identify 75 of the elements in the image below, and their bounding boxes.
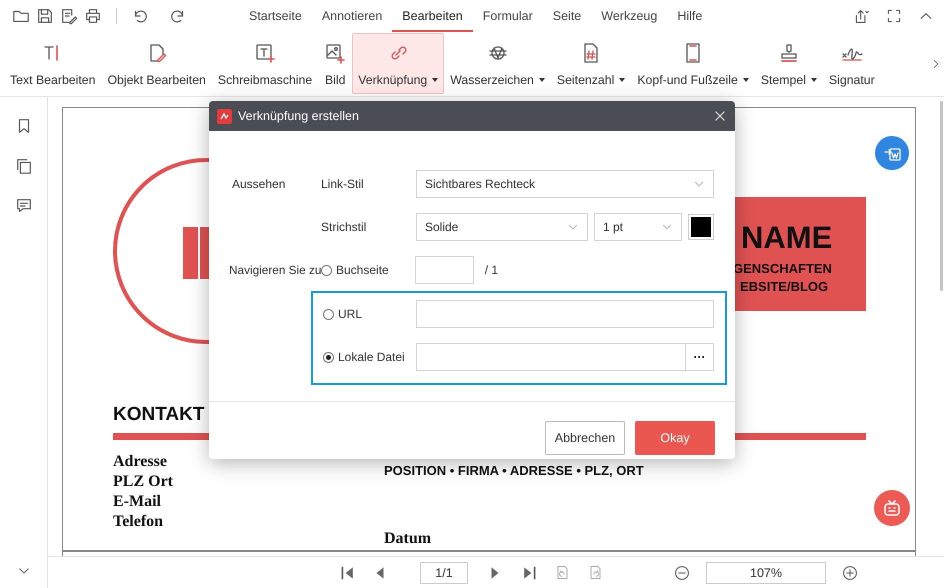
position-line: POSITION • FIRMA • ADRESSE • PLZ, ORT [384, 463, 644, 478]
fullscreen-icon[interactable] [886, 8, 902, 24]
edit-document-icon[interactable] [60, 7, 78, 25]
file-path-field[interactable] [416, 343, 686, 371]
field-label: Aussehen [231, 177, 286, 191]
menu-tab[interactable]: Hilfe [667, 0, 712, 32]
caret-icon [538, 78, 545, 82]
scrollbar[interactable] [940, 101, 943, 291]
link-style-dropdown[interactable]: Sichtbares Rechteck [416, 170, 714, 198]
dialog-title: Verknüpfung erstellen [238, 109, 359, 123]
ribbon-tool[interactable]: Stempel [754, 33, 823, 94]
subtitle-text: GENSCHAFTEN [733, 261, 832, 276]
contact-label: E-Mail [113, 492, 161, 512]
page-number-field[interactable] [414, 256, 474, 284]
caret-icon [742, 78, 749, 82]
menu-tab[interactable]: Formular [472, 0, 543, 32]
section-heading: KONTAKT [113, 404, 204, 426]
menu-tab[interactable]: Annotieren [312, 0, 392, 32]
last-page-icon[interactable] [521, 564, 537, 580]
page-count: / 1 [484, 263, 498, 277]
ribbon-tool[interactable]: Kopf-und Fußzeile [631, 33, 755, 94]
contact-label: Adresse [113, 452, 167, 472]
print-icon[interactable] [84, 7, 102, 25]
save-icon[interactable] [36, 7, 54, 25]
convert-button[interactable] [875, 136, 909, 170]
pages-icon[interactable] [14, 157, 32, 175]
radio-button[interactable] [323, 308, 334, 320]
name-heading: NAME [741, 220, 832, 256]
ribbon-tool[interactable]: Text Bearbeiten [4, 33, 102, 94]
menu-tab[interactable]: Werkzeug [591, 0, 668, 32]
browse-button[interactable]: ··· [686, 343, 714, 371]
url-field[interactable] [416, 300, 714, 328]
contact-label: PLZ Ort [113, 472, 173, 492]
assistant-button[interactable] [874, 490, 910, 526]
caret-icon [810, 78, 817, 82]
page-field[interactable]: 1/1 [420, 562, 468, 584]
ribbon-tool[interactable]: Schreibmaschine [212, 33, 318, 94]
zoom-in-icon[interactable] [842, 564, 858, 580]
first-page-icon[interactable] [340, 564, 356, 580]
caret-icon [619, 78, 626, 82]
zoom-out-icon[interactable] [674, 564, 690, 580]
ribbon-tool[interactable]: Wasserzeichen [444, 33, 551, 94]
radio-label: Buchseite [336, 263, 389, 277]
ribbon-tool[interactable]: Objekt Bearbeiten [101, 33, 212, 94]
radio-label: URL [338, 307, 362, 321]
line-width-dropdown[interactable]: 1 pt [594, 213, 682, 241]
radio-label: Lokale Datei [338, 350, 405, 364]
comment-icon[interactable] [14, 197, 32, 215]
ribbon-tool[interactable]: Signatur [822, 33, 881, 94]
ok-button[interactable]: Okay [635, 421, 715, 455]
radio-button[interactable] [321, 264, 332, 276]
field-label: Link-Stil [321, 177, 365, 191]
ribbon-tool[interactable]: Seitenzahl [550, 33, 632, 94]
field-label: Navigieren Sie zu [228, 263, 321, 277]
close-icon [713, 109, 727, 123]
cancel-button[interactable]: Abbrechen [545, 421, 625, 455]
robot-icon [881, 497, 903, 519]
menu-tab[interactable]: Seite [542, 0, 592, 32]
line-style-dropdown[interactable]: Solide [416, 213, 588, 241]
share-icon[interactable] [853, 8, 870, 24]
menu-tab[interactable]: Startseite [239, 0, 312, 32]
close-button[interactable] [713, 109, 727, 123]
subtitle-text: EBSITE/BLOG [740, 279, 828, 294]
ribbon-tool[interactable]: Bild [318, 33, 352, 94]
radio-button[interactable] [323, 352, 334, 362]
tool-icon [254, 42, 276, 64]
app-logo-icon [217, 108, 232, 124]
caret-icon [432, 78, 438, 82]
tool-icon [324, 42, 346, 64]
field-label: Strichstil [321, 220, 368, 234]
contact-label: Telefon [113, 512, 164, 532]
zoom-field[interactable]: 107% [706, 562, 826, 584]
ribbon-tool[interactable]: Verknüpfung [352, 33, 444, 94]
date-label: Datum [384, 529, 432, 549]
color-swatch[interactable] [688, 214, 714, 240]
